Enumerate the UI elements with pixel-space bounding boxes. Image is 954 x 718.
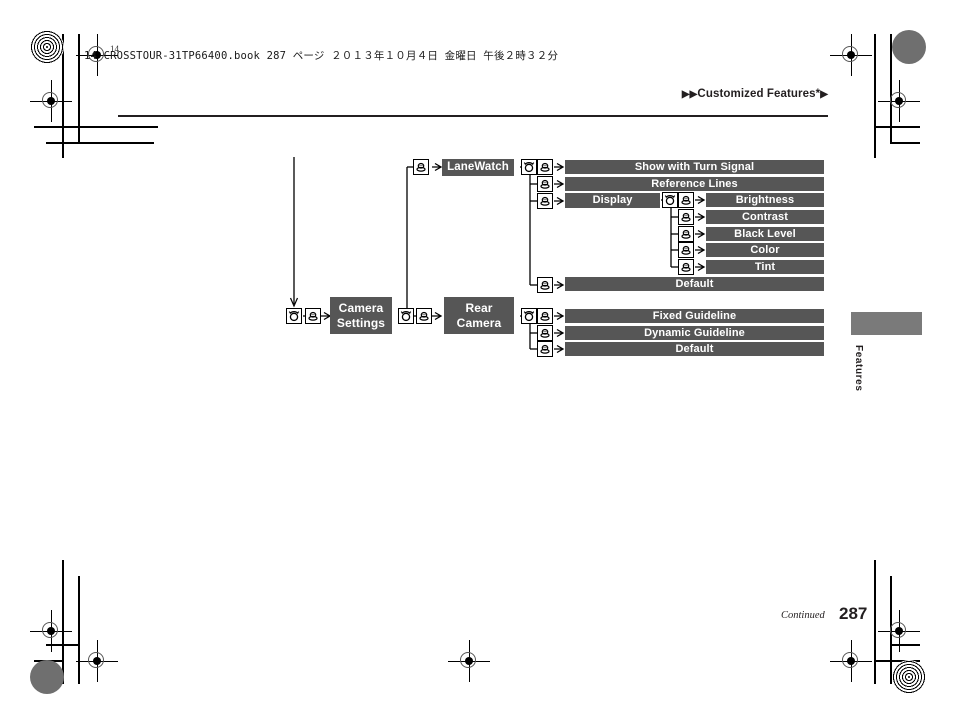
bar-contrast: Contrast bbox=[706, 210, 824, 224]
section-tab bbox=[851, 312, 922, 335]
rotate-knob-icon bbox=[662, 192, 678, 208]
node-camera-settings-line2: Settings bbox=[336, 315, 386, 330]
registration-mark bbox=[878, 610, 920, 652]
header-title: Customized Features bbox=[697, 88, 816, 100]
rotate-knob-icon bbox=[286, 308, 302, 324]
crop-line bbox=[874, 34, 876, 158]
press-knob-icon bbox=[537, 341, 553, 357]
press-knob-icon bbox=[305, 308, 321, 324]
registration-mark bbox=[830, 34, 872, 76]
crop-line bbox=[874, 560, 876, 684]
bar-rear-camera-default: Default bbox=[565, 342, 824, 356]
registration-mark bbox=[76, 640, 118, 682]
rotate-knob-icon bbox=[521, 159, 537, 175]
press-knob-icon bbox=[678, 209, 694, 225]
rotate-knob-icon bbox=[521, 308, 537, 324]
header-title-group: ▶▶Customized Features*▶ bbox=[682, 88, 828, 100]
halftone-dot bbox=[892, 660, 926, 694]
crop-line bbox=[46, 142, 154, 144]
crop-line bbox=[874, 126, 920, 128]
bar-reference-lines: Reference Lines bbox=[565, 177, 824, 191]
registration-mark bbox=[30, 610, 72, 652]
header-divider bbox=[118, 115, 828, 117]
halftone-dot bbox=[30, 30, 64, 64]
page-header: ▶▶Customized Features*▶ bbox=[118, 88, 828, 118]
continued-label: Continued bbox=[781, 610, 825, 621]
registration-mark bbox=[878, 80, 920, 122]
bar-lanewatch-default: Default bbox=[565, 277, 824, 291]
triangle-right-icon: ▶ bbox=[820, 88, 828, 100]
crop-line bbox=[78, 576, 80, 684]
bar-brightness: Brightness bbox=[706, 193, 824, 207]
bar-show-with-turn-signal: Show with Turn Signal bbox=[565, 160, 824, 174]
color-patch-dot bbox=[892, 30, 926, 64]
crop-line bbox=[34, 126, 158, 128]
press-knob-icon bbox=[537, 193, 553, 209]
press-knob-icon bbox=[537, 159, 553, 175]
bar-fixed-guideline: Fixed Guideline bbox=[565, 309, 824, 323]
crop-line bbox=[890, 644, 920, 646]
registration-mark bbox=[830, 640, 872, 682]
bar-color: Color bbox=[706, 243, 824, 257]
press-knob-icon bbox=[678, 242, 694, 258]
press-knob-icon bbox=[413, 159, 429, 175]
press-knob-icon bbox=[537, 176, 553, 192]
press-knob-icon bbox=[678, 192, 694, 208]
node-rear-camera-line2: Camera bbox=[456, 315, 502, 330]
registration-mark bbox=[448, 640, 490, 682]
crop-line bbox=[890, 142, 920, 144]
bar-display: Display bbox=[565, 193, 660, 208]
press-knob-icon bbox=[537, 325, 553, 341]
node-rear-camera: Rear Camera bbox=[444, 297, 514, 334]
section-tab-label: Features bbox=[853, 345, 864, 392]
press-knob-icon bbox=[678, 259, 694, 275]
rotate-knob-icon bbox=[398, 308, 414, 324]
node-rear-camera-line1: Rear bbox=[465, 301, 493, 316]
bar-dynamic-guideline: Dynamic Guideline bbox=[565, 326, 824, 340]
bar-black-level: Black Level bbox=[706, 227, 824, 241]
press-knob-icon bbox=[416, 308, 432, 324]
node-camera-settings: Camera Settings bbox=[330, 297, 392, 334]
registration-mark bbox=[30, 80, 72, 122]
node-lanewatch: LaneWatch bbox=[442, 159, 514, 176]
press-knob-icon bbox=[678, 226, 694, 242]
color-patch-dot bbox=[30, 660, 64, 694]
press-knob-icon bbox=[537, 277, 553, 293]
page-number: 287 bbox=[839, 604, 868, 623]
node-camera-settings-line1: Camera bbox=[338, 301, 384, 316]
bar-tint: Tint bbox=[706, 260, 824, 274]
triangle-left-icon: ▶▶ bbox=[681, 88, 698, 100]
press-knob-icon bbox=[537, 308, 553, 324]
file-stamp: 14 CROSSTOUR-31TP66400.book 287 ページ ２０１３… bbox=[84, 50, 559, 62]
